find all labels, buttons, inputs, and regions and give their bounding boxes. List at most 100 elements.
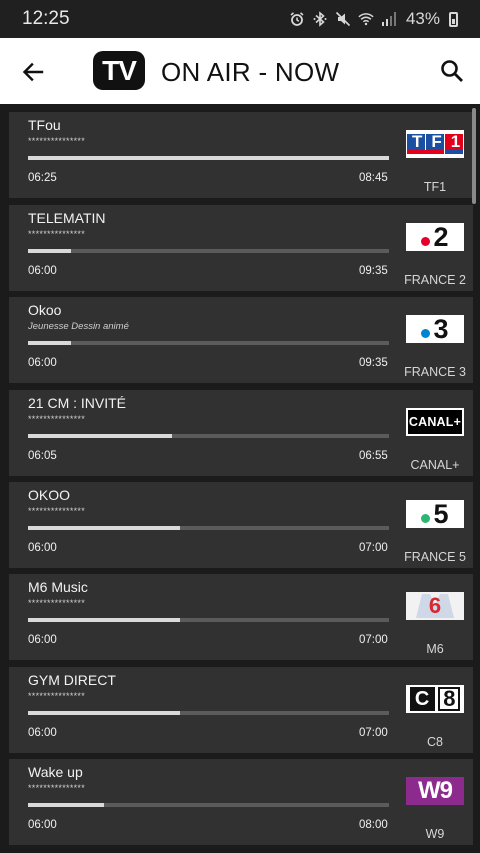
status-bar: 12:25 43%: [0, 0, 480, 38]
progress-fill: [28, 341, 72, 345]
program-subtitle: ***************: [28, 691, 86, 701]
progress-bar: [28, 526, 389, 530]
end-time: 08:00: [359, 819, 388, 831]
progress-fill: [28, 249, 72, 253]
channel-name: FRANCE 2: [404, 273, 466, 287]
program-subtitle: ***************: [28, 783, 86, 793]
start-time: 06:00: [28, 819, 57, 831]
channel-name: W9: [425, 827, 445, 841]
progress-bar: [28, 434, 389, 438]
program-title: TFou: [28, 117, 61, 133]
mute-icon: [335, 11, 351, 27]
progress-bar: [28, 156, 389, 160]
program-card-c8[interactable]: GYM DIRECT *************** 06:00 07:00 C…: [9, 667, 473, 753]
start-time: 06:05: [28, 450, 57, 462]
program-card-canalplus[interactable]: 21 CM : INVITÉ *************** 06:05 06:…: [9, 390, 473, 476]
w9-logo-text: W9: [418, 777, 453, 804]
progress-bar: [28, 803, 389, 807]
scrollbar[interactable]: [472, 108, 476, 204]
start-time: 06:00: [28, 727, 57, 739]
program-subtitle: ***************: [28, 136, 86, 146]
program-subtitle: ***************: [28, 229, 86, 239]
tf1-logo-text: TF1: [412, 132, 464, 151]
progress-fill: [28, 526, 180, 530]
progress-fill: [28, 618, 180, 622]
end-time: 09:35: [359, 265, 388, 277]
program-title: GYM DIRECT: [28, 672, 116, 688]
end-time: 07:00: [359, 542, 388, 554]
alarm-icon: [289, 11, 305, 27]
progress-bar: [28, 341, 389, 345]
end-time: 06:55: [359, 450, 388, 462]
canalplus-logo-text: CANAL+: [408, 410, 462, 434]
france3-dot: [421, 328, 431, 338]
tv-logo-text: TV: [102, 54, 137, 86]
program-subtitle: ***************: [28, 414, 86, 424]
progress-bar: [28, 711, 389, 715]
program-title: Wake up: [28, 764, 83, 780]
battery-percentage: 43%: [405, 9, 440, 28]
channel-name: C8: [427, 735, 443, 749]
app-bar: TV ON AIR - NOW: [0, 38, 480, 104]
france2-logo: 2: [406, 223, 464, 251]
c8-logo-c: C: [409, 687, 435, 711]
end-time: 08:45: [359, 172, 388, 184]
page-title: ON AIR - NOW: [161, 57, 340, 87]
france5-logo-text: 5: [433, 500, 449, 528]
france3-logo: 3: [406, 315, 464, 343]
status-icons: 43%: [289, 9, 458, 29]
program-card-m6[interactable]: M6 Music *************** 06:00 07:00 6 M…: [9, 574, 473, 660]
tv-logo: TV: [93, 51, 145, 90]
wifi-icon: [358, 11, 374, 27]
end-time: 07:00: [359, 727, 388, 739]
france2-logo-text: 2: [433, 223, 449, 251]
channel-name: M6: [426, 642, 444, 656]
program-subtitle: Jeunesse Dessin animé: [28, 321, 129, 332]
program-title: OKOO: [28, 487, 71, 503]
search-icon: [441, 60, 463, 82]
program-card-france5[interactable]: OKOO *************** 06:00 07:00 5 FRANC…: [9, 482, 473, 568]
back-button[interactable]: [18, 57, 48, 87]
start-time: 06:00: [28, 357, 57, 369]
program-card-tf1[interactable]: TFou *************** 06:25 08:45 TF1 TF1: [9, 112, 473, 198]
start-time: 06:25: [28, 172, 57, 184]
channel-name: CANAL+: [410, 458, 460, 472]
progress-fill: [28, 803, 104, 807]
progress-bar: [28, 249, 389, 253]
program-list[interactable]: TFou *************** 06:25 08:45 TF1 TF1…: [0, 104, 480, 853]
program-card-france3[interactable]: Okoo Jeunesse Dessin animé 06:00 09:35 3…: [9, 297, 473, 383]
program-title: Okoo: [28, 302, 62, 318]
france5-dot: [421, 513, 431, 523]
search-button[interactable]: [436, 55, 468, 87]
end-time: 07:00: [359, 634, 388, 646]
progress-bar: [28, 618, 389, 622]
progress-fill: [28, 434, 173, 438]
battery-icon: [449, 11, 458, 27]
arrow-left-icon: [22, 62, 44, 82]
signal-icon: [381, 11, 397, 27]
channel-name: FRANCE 3: [404, 365, 466, 379]
program-title: TELEMATIN: [28, 210, 106, 226]
france2-dot: [421, 236, 431, 246]
france5-logo: 5: [406, 500, 464, 528]
program-card-w9[interactable]: Wake up *************** 06:00 08:00 W9 W…: [9, 759, 473, 845]
france3-logo-text: 3: [433, 315, 449, 343]
program-subtitle: ***************: [28, 506, 86, 516]
progress-fill: [28, 156, 389, 160]
start-time: 06:00: [28, 542, 57, 554]
progress-fill: [28, 711, 180, 715]
status-time: 12:25: [22, 8, 70, 29]
tf1-logo: TF1: [406, 130, 464, 158]
program-card-france2[interactable]: TELEMATIN *************** 06:00 09:35 2 …: [9, 205, 473, 291]
program-title: 21 CM : INVITÉ: [28, 395, 127, 411]
end-time: 09:35: [359, 357, 388, 369]
channel-name: FRANCE 5: [404, 550, 466, 564]
program-subtitle: ***************: [28, 598, 86, 608]
canalplus-logo: CANAL+: [406, 408, 464, 436]
start-time: 06:00: [28, 265, 57, 277]
bluetooth-icon: [312, 11, 328, 27]
c8-logo-8: 8: [438, 686, 461, 711]
m6-logo-text: 6: [428, 593, 442, 618]
channel-name: TF1: [423, 180, 447, 194]
w9-logo: W9: [406, 777, 464, 805]
